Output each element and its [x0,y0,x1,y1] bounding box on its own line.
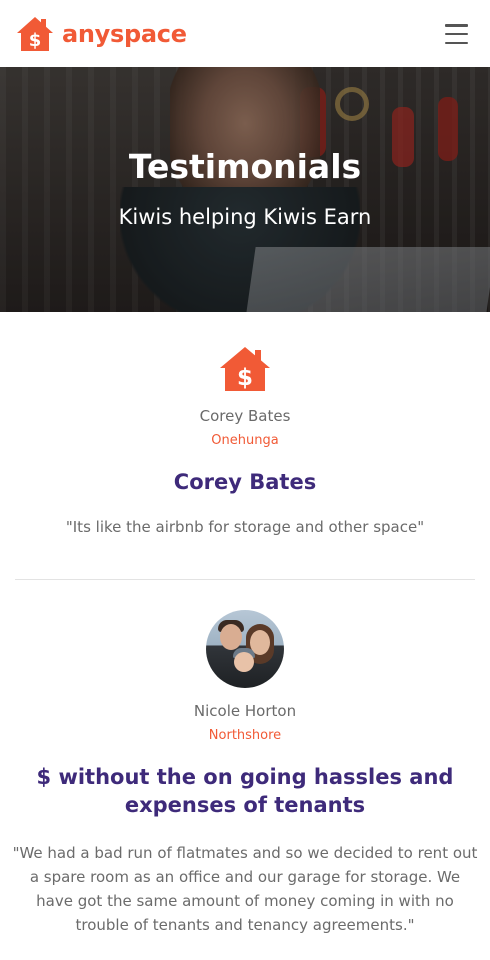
testimonial-location: Northshore [208,728,282,743]
testimonial-quote: "Its like the airbnb for storage and oth… [65,518,425,536]
site-header: $ anyspace [0,0,490,67]
hero-banner: Testimonials Kiwis helping Kiwis Earn [0,67,490,312]
svg-text:$: $ [237,365,253,391]
testimonial-author: Nicole Horton [193,702,297,720]
page-subtitle: Kiwis helping Kiwis Earn [118,205,372,229]
brand-name: anyspace [62,20,187,48]
house-dollar-icon: $ [220,347,270,391]
testimonial-location: Onehunga [211,433,279,448]
brand-logo[interactable]: $ anyspace [15,15,187,53]
house-dollar-logo-icon: $ [17,17,53,51]
testimonial-headline: $ without the on going hassles and expen… [36,765,454,817]
divider [15,579,475,580]
testimonial-quote: "We had a bad run of flatmates and so we… [12,844,478,934]
page-title: Testimonials [128,147,362,186]
testimonial-card: $ Corey Bates Onehunga Corey Bates "Its … [0,345,490,539]
hamburger-menu-icon[interactable] [445,24,468,44]
testimonial-headline: Corey Bates [173,470,317,494]
testimonial-card: Nicole Horton Northshore $ without the o… [0,610,490,937]
testimonial-author: Corey Bates [199,407,291,425]
svg-text:$: $ [29,30,42,51]
avatar [206,610,284,688]
